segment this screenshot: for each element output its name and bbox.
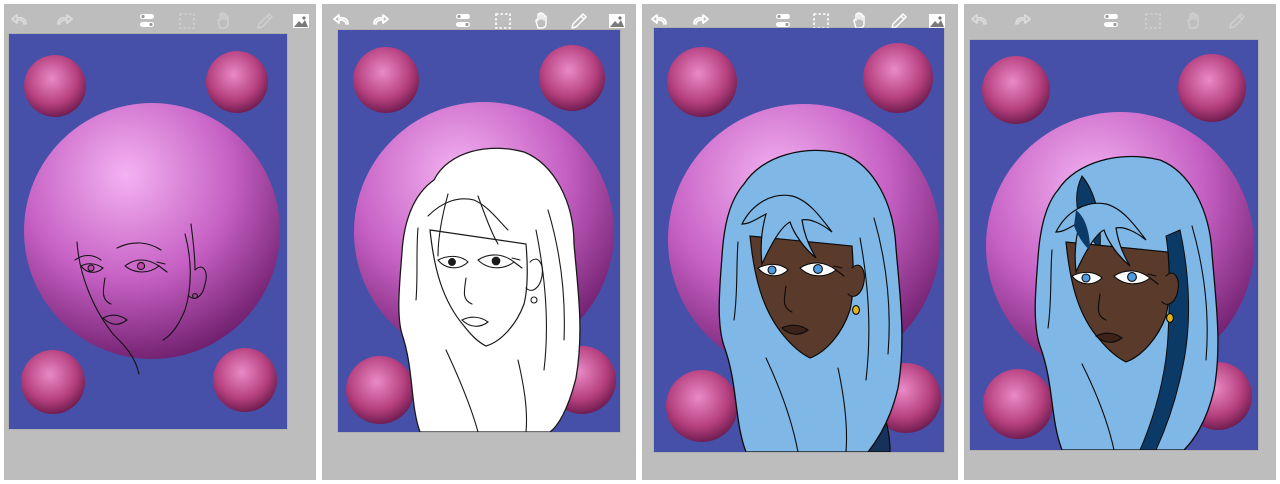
artwork-sketch — [9, 34, 287, 429]
top-toolbar — [964, 4, 1276, 36]
undo-arrow-icon[interactable] — [332, 10, 354, 32]
drawing-canvas[interactable] — [654, 28, 944, 452]
marquee-selection-icon[interactable] — [492, 10, 514, 32]
image-gallery-icon[interactable] — [606, 10, 628, 32]
drawing-canvas[interactable] — [9, 34, 287, 429]
redo-arrow-icon[interactable] — [52, 10, 74, 32]
image-gallery-icon[interactable] — [290, 10, 312, 32]
redo-arrow-icon[interactable] — [1010, 10, 1032, 32]
artwork-base-colors — [654, 28, 944, 452]
panel-sketch — [4, 4, 316, 480]
marquee-selection-icon[interactable] — [1142, 10, 1164, 32]
layer-toggle-icon[interactable] — [1100, 10, 1122, 32]
redo-arrow-icon[interactable] — [368, 10, 390, 32]
undo-arrow-icon[interactable] — [10, 10, 32, 32]
layer-toggle-icon[interactable] — [136, 10, 158, 32]
artwork-lineart — [338, 30, 620, 432]
pencil-icon[interactable] — [254, 10, 276, 32]
top-toolbar — [4, 4, 316, 36]
hand-transform-icon[interactable] — [1182, 10, 1204, 32]
layer-toggle-icon[interactable] — [452, 10, 474, 32]
drawing-canvas[interactable] — [970, 40, 1258, 450]
pencil-icon[interactable] — [568, 10, 590, 32]
pencil-icon[interactable] — [1226, 10, 1248, 32]
panel-lineart — [322, 4, 636, 480]
artwork-hair-shading — [970, 40, 1258, 450]
undo-arrow-icon[interactable] — [970, 10, 992, 32]
hand-transform-icon[interactable] — [212, 10, 234, 32]
panel-hair-shading — [964, 4, 1276, 480]
panel-base-colors — [642, 4, 958, 480]
tutorial-strip — [0, 0, 1280, 484]
hand-transform-icon[interactable] — [530, 10, 552, 32]
drawing-canvas[interactable] — [338, 30, 620, 432]
marquee-selection-icon[interactable] — [176, 10, 198, 32]
